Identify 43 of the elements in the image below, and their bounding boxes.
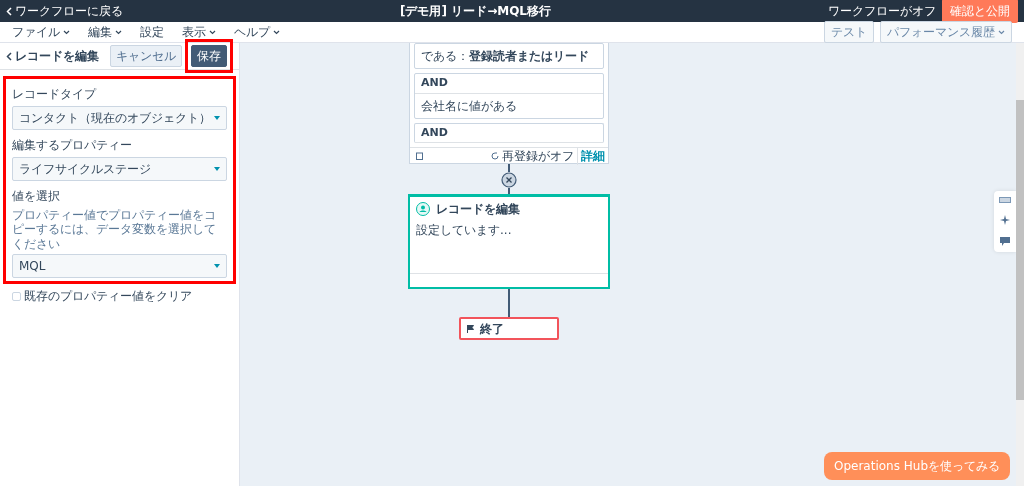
condition-text: 会社名に値がある bbox=[420, 97, 518, 115]
sparkle-icon[interactable] bbox=[1000, 215, 1010, 225]
dropdown-field[interactable]: コンタクト（現在のオブジェクト） bbox=[12, 106, 227, 130]
action-body: 設定しています... bbox=[415, 222, 513, 239]
field-label: 値を選択 bbox=[12, 188, 61, 205]
comment-icon[interactable] bbox=[1000, 237, 1010, 246]
dropdown-field[interactable]: MQL bbox=[12, 254, 227, 279]
menu-item[interactable]: 編集 bbox=[88, 23, 122, 41]
menu-item[interactable]: ファイル bbox=[12, 23, 70, 41]
field-label: レコードタイプ bbox=[12, 86, 98, 103]
people-icon bbox=[416, 202, 430, 216]
workflow-status: ワークフローがオフ bbox=[828, 3, 936, 20]
end-label: 終了 bbox=[480, 320, 504, 338]
checkbox-label: 既存のプロパティー値をクリア bbox=[24, 288, 192, 306]
menu-item[interactable]: 表示 bbox=[182, 23, 216, 41]
clipboard-icon[interactable] bbox=[416, 151, 423, 160]
dropdown-button[interactable]: パフォーマンス履歴 bbox=[880, 21, 1012, 43]
delete-branch-icon[interactable] bbox=[501, 172, 517, 188]
field-label: 編集するプロパティー bbox=[12, 137, 133, 154]
refresh-icon bbox=[491, 151, 499, 160]
menu-item[interactable]: 設定 bbox=[140, 23, 164, 41]
condition-operator: AND bbox=[415, 123, 603, 143]
save-button[interactable]: 保存 bbox=[191, 45, 227, 67]
condition-text: である：登録読者またはリード bbox=[420, 48, 590, 65]
workflow-title: [デモ用] リード→MQL移行 bbox=[399, 3, 552, 20]
caret-icon bbox=[214, 116, 220, 120]
panel-back-title[interactable]: レコードを編集 bbox=[6, 47, 110, 65]
action-card[interactable]: レコードを編集 設定しています... bbox=[408, 194, 610, 289]
reenroll-status: 再登録がオフ bbox=[502, 147, 574, 165]
caret-icon bbox=[214, 264, 220, 269]
caret-icon bbox=[214, 167, 220, 171]
cancel-button[interactable]: キャンセル bbox=[110, 45, 182, 67]
flag-icon bbox=[467, 324, 474, 333]
dropdown-field[interactable]: ライフサイクルステージ bbox=[12, 157, 227, 181]
menu-item[interactable]: ヘルプ bbox=[234, 23, 280, 41]
details-link[interactable]: 詳細 bbox=[577, 146, 608, 165]
toolbar-button[interactable]: テスト bbox=[824, 21, 874, 43]
action-title: レコードを編集 bbox=[436, 201, 520, 218]
condition-operator: AND bbox=[415, 74, 603, 94]
scrollbar[interactable] bbox=[1016, 43, 1024, 486]
checkbox[interactable] bbox=[12, 291, 21, 301]
field-hint: プロパティー値でプロパティー値をコピーするには、データ変数を選択してください bbox=[12, 208, 217, 252]
back-to-workflows-link[interactable]: ワークフローに戻る bbox=[6, 2, 123, 20]
